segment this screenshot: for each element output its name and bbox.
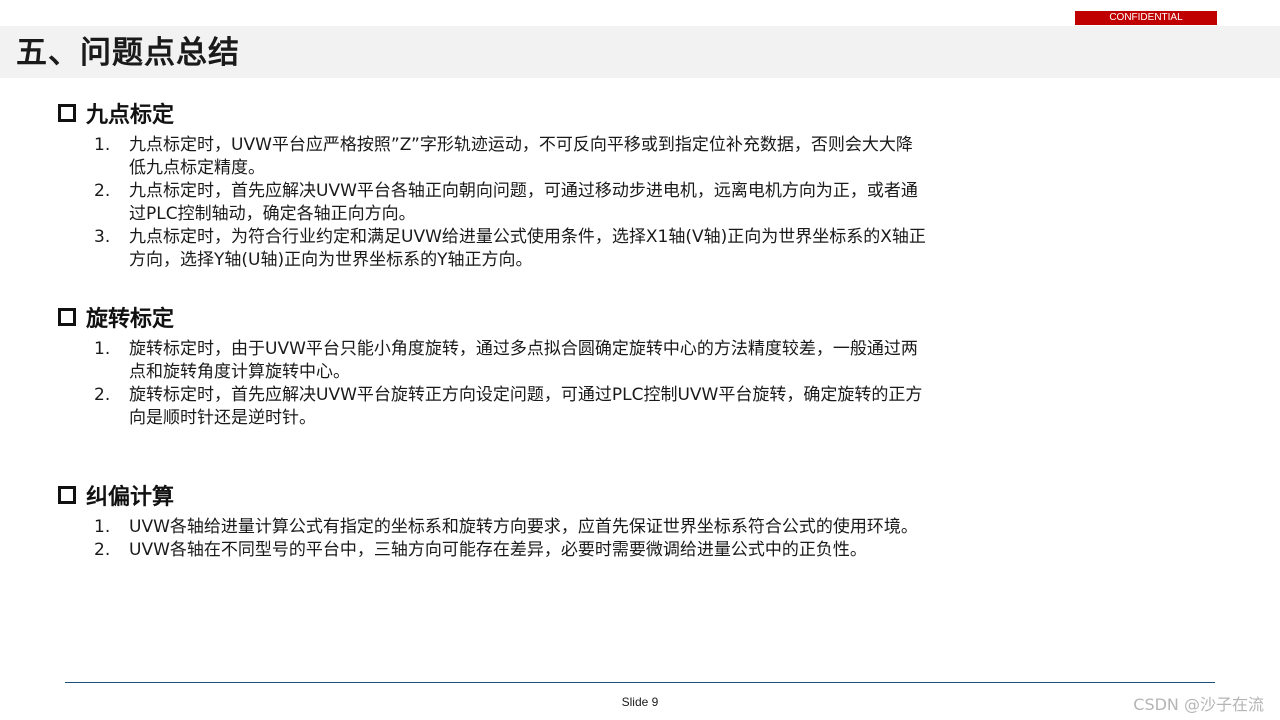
square-bullet-icon <box>58 104 76 122</box>
list-item: 2. UVW各轴在不同型号的平台中，三轴方向可能存在差异，必要时需要微调给进量公… <box>94 539 929 562</box>
section-nine-point-calibration: 九点标定 1. 九点标定时，UVW平台应严格按照”Z”字形轨迹运动，不可反向平移… <box>58 98 929 272</box>
item-number: 1. <box>94 135 111 155</box>
section-rotation-calibration: 旋转标定 1. 旋转标定时，由于UVW平台只能小角度旋转，通过多点拟合圆确定旋转… <box>58 302 929 430</box>
slide: CONFIDENTIAL 五、问题点总结 九点标定 1. 九点标定时，UVW平台… <box>0 0 1280 720</box>
list-item: 3. 九点标定时，为符合行业约定和满足UVW给进量公式使用条件，选择X1轴(V轴… <box>94 226 929 272</box>
item-text: UVW各轴在不同型号的平台中，三轴方向可能存在差异，必要时需要微调给进量公式中的… <box>129 540 867 560</box>
list-item: 2. 旋转标定时，首先应解决UVW平台旋转正方向设定问题，可通过PLC控制UVW… <box>94 384 929 430</box>
square-bullet-icon <box>58 486 76 504</box>
square-bullet-icon <box>58 308 76 326</box>
footer-divider <box>65 682 1215 683</box>
slide-title: 五、问题点总结 <box>16 35 240 71</box>
item-text: UVW各轴给进量计算公式有指定的坐标系和旋转方向要求，应首先保证世界坐标系符合公… <box>129 517 918 537</box>
item-number: 3. <box>94 227 111 247</box>
slide-number: Slide 9 <box>621 695 659 709</box>
item-text: 九点标定时，UVW平台应严格按照”Z”字形轨迹运动，不可反向平移或到指定位补充数… <box>129 135 913 178</box>
section-heading: 旋转标定 <box>58 302 929 332</box>
section-deviation-correction: 纠偏计算 1. UVW各轴给进量计算公式有指定的坐标系和旋转方向要求，应首先保证… <box>58 480 929 562</box>
section-heading: 九点标定 <box>58 98 929 128</box>
item-list: 1. 旋转标定时，由于UVW平台只能小角度旋转，通过多点拟合圆确定旋转中心的方法… <box>58 338 929 430</box>
section-title: 九点标定 <box>86 103 175 128</box>
list-item: 1. 旋转标定时，由于UVW平台只能小角度旋转，通过多点拟合圆确定旋转中心的方法… <box>94 338 929 384</box>
item-text: 九点标定时，首先应解决UVW平台各轴正向朝向问题，可通过移动步进电机，远离电机方… <box>129 181 918 224</box>
confidential-badge: CONFIDENTIAL <box>1075 11 1217 25</box>
item-text: 旋转标定时，首先应解决UVW平台旋转正方向设定问题，可通过PLC控制UVW平台旋… <box>129 385 923 428</box>
item-number: 1. <box>94 517 111 537</box>
item-list: 1. 九点标定时，UVW平台应严格按照”Z”字形轨迹运动，不可反向平移或到指定位… <box>58 134 929 272</box>
item-number: 2. <box>94 181 111 201</box>
list-item: 2. 九点标定时，首先应解决UVW平台各轴正向朝向问题，可通过移动步进电机，远离… <box>94 180 929 226</box>
item-number: 2. <box>94 540 111 560</box>
item-text: 九点标定时，为符合行业约定和满足UVW给进量公式使用条件，选择X1轴(V轴)正向… <box>129 227 926 270</box>
watermark: CSDN @沙子在流 <box>1133 695 1264 714</box>
list-item: 1. 九点标定时，UVW平台应严格按照”Z”字形轨迹运动，不可反向平移或到指定位… <box>94 134 929 180</box>
item-list: 1. UVW各轴给进量计算公式有指定的坐标系和旋转方向要求，应首先保证世界坐标系… <box>58 516 929 562</box>
section-title: 旋转标定 <box>86 307 175 332</box>
list-item: 1. UVW各轴给进量计算公式有指定的坐标系和旋转方向要求，应首先保证世界坐标系… <box>94 516 929 539</box>
item-number: 1. <box>94 339 111 359</box>
item-number: 2. <box>94 385 111 405</box>
title-bar: 五、问题点总结 <box>0 26 1280 78</box>
item-text: 旋转标定时，由于UVW平台只能小角度旋转，通过多点拟合圆确定旋转中心的方法精度较… <box>129 339 918 382</box>
section-title: 纠偏计算 <box>86 485 175 510</box>
section-heading: 纠偏计算 <box>58 480 929 510</box>
